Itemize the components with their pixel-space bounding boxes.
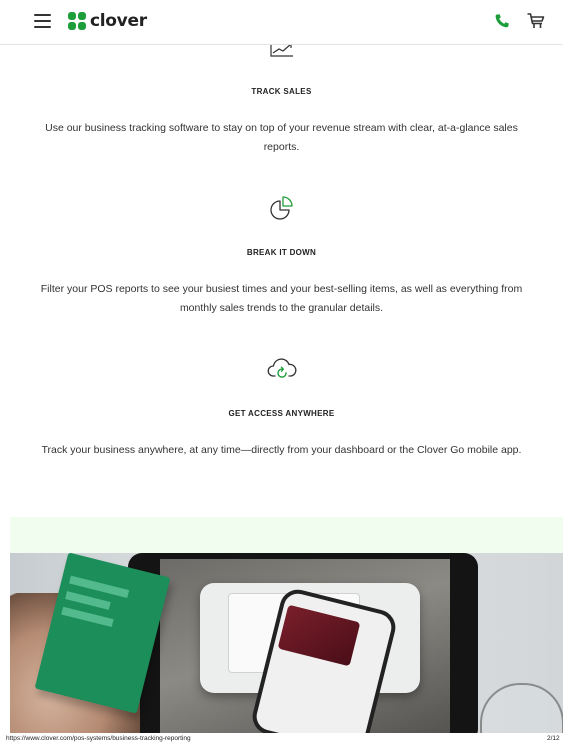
clover-logo-icon xyxy=(68,12,86,30)
break-it-down-icon-wrap xyxy=(0,194,563,220)
section-divider-band xyxy=(10,517,563,553)
cloud-sync-icon xyxy=(267,358,296,378)
feature-title: GET ACCESS ANYWHERE xyxy=(228,409,335,418)
hamburger-menu-icon[interactable] xyxy=(34,14,51,28)
glass-image xyxy=(480,683,563,733)
page-url-footer: https://www.clover.com/pos-systems/busin… xyxy=(6,735,191,742)
phone-icon[interactable] xyxy=(494,13,510,29)
site-header: clover xyxy=(0,0,563,45)
shopping-cart-icon[interactable] xyxy=(526,11,546,31)
clover-logo[interactable]: clover xyxy=(67,9,147,33)
feature-description: Filter your POS reports to see your busi… xyxy=(40,283,523,314)
product-photo xyxy=(10,553,563,733)
feature-description: Use our business tracking software to st… xyxy=(45,122,518,153)
logo-text: clover xyxy=(90,11,147,31)
feature-description: Track your business anywhere, at any tim… xyxy=(41,444,522,456)
pie-chart-icon xyxy=(269,196,293,220)
access-anywhere-icon-wrap xyxy=(0,356,563,382)
feature-title: TRACK SALES xyxy=(251,87,312,96)
feature-title: BREAK IT DOWN xyxy=(246,248,317,257)
page-number-footer: 2/12 xyxy=(547,735,560,742)
